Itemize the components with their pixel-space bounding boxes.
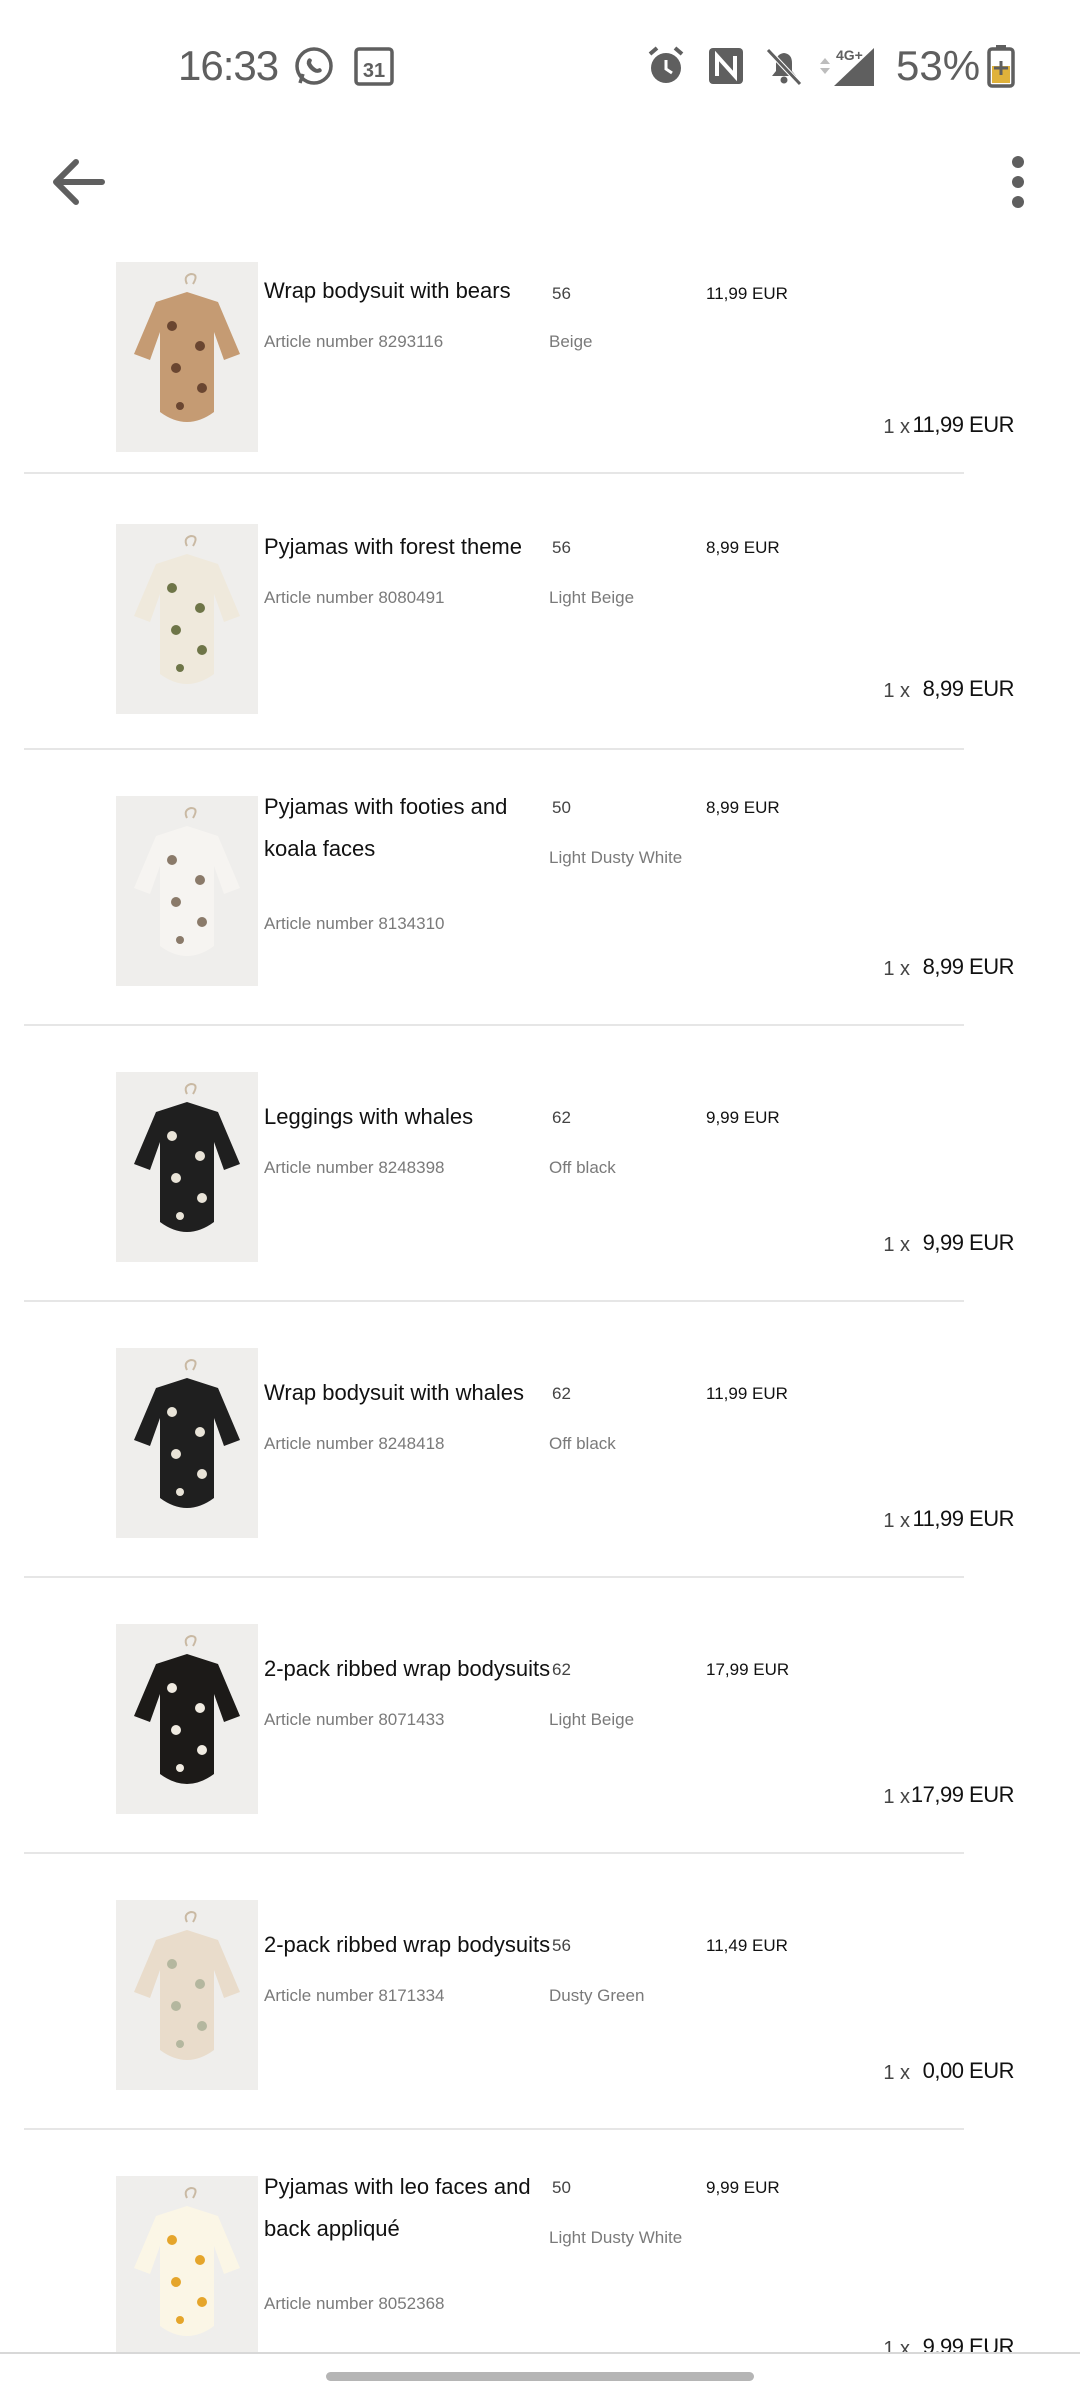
alarm-icon [644,44,688,88]
calendar-icon: 31 [352,44,396,88]
network-type: 4G+ [836,47,863,63]
order-item-row[interactable]: 2-pack ribbed wrap bodysuits Article num… [0,1606,1080,1882]
product-image[interactable] [116,796,258,986]
calendar-day: 31 [363,60,385,82]
item-name[interactable]: Wrap bodysuit with whales [264,1372,554,1414]
status-time: 16:33 [178,42,279,89]
item-name[interactable]: Pyjamas with forest theme [264,526,554,568]
item-size: 50 [552,2178,571,2197]
product-image[interactable] [116,2176,258,2366]
item-article-number: Article number 8248398 [264,1158,445,1177]
item-quantity: 1 x [883,958,910,980]
item-color: Light Beige [549,1710,635,1729]
more-options-button[interactable] [1000,150,1036,214]
item-size: 62 [552,1384,571,1403]
item-color: Off black [549,1434,616,1453]
battery-icon [986,44,1016,88]
item-divider [24,1852,964,1854]
item-size: 56 [552,1936,571,1955]
item-unit-price: 17,99 EUR [706,1660,790,1679]
order-item-row[interactable]: Leggings with whales Article number 8248… [0,1054,1080,1330]
home-indicator[interactable] [326,2372,754,2381]
item-unit-price: 8,99 EUR [706,538,780,557]
item-divider [24,1576,964,1578]
product-image[interactable] [116,1072,258,1262]
item-article-number: Article number 8293116 [264,332,444,351]
whatsapp-icon [292,44,336,88]
item-unit-price: 11,99 EUR [706,1384,788,1403]
nfc-icon [704,44,748,88]
item-unit-price: 11,99 EUR [706,284,788,303]
item-quantity: 1 x [883,1510,910,1532]
item-total-price: 8,99 EUR [922,676,1015,701]
app-bar [0,140,1080,260]
item-quantity: 1 x [883,416,910,438]
item-divider [24,2128,964,2130]
item-color: Light Beige [549,588,635,607]
signal-icon: 4G+ [818,44,878,88]
battery-percent: 53% [896,42,981,89]
item-article-number: Article number 8171334 [264,1986,445,2005]
item-size: 56 [552,538,571,557]
item-divider [24,472,964,474]
item-color: Light Dusty White [549,2228,683,2247]
item-name[interactable]: Pyjamas with leo faces and back appliqué [264,2166,554,2250]
order-item-row[interactable]: 2-pack ribbed wrap bodysuits Article num… [0,1882,1080,2158]
item-quantity: 1 x [883,2062,910,2084]
item-divider [24,1300,964,1302]
item-total-price: 11,99 EUR [912,412,1015,437]
item-color: Light Dusty White [549,848,683,867]
product-image[interactable] [116,524,258,714]
item-total-price: 17,99 EUR [910,1782,1015,1807]
item-article-number: Article number 8052368 [264,2294,445,2313]
item-total-price: 8,99 EUR [922,954,1015,979]
arrow-left-icon [53,159,105,205]
more-vertical-icon [1012,156,1024,208]
item-unit-price: 11,49 EUR [706,1936,788,1955]
item-name[interactable]: 2-pack ribbed wrap bodysuits [264,1924,554,1966]
item-size: 62 [552,1660,571,1679]
item-color: Beige [549,332,593,351]
item-quantity: 1 x [883,1234,910,1256]
product-image[interactable] [116,1624,258,1814]
item-size: 62 [552,1108,571,1127]
item-unit-price: 9,99 EUR [706,1108,780,1127]
mute-icon [762,44,806,88]
order-item-row[interactable]: Wrap bodysuit with bears Article number … [0,260,1080,536]
item-divider [24,1024,964,1026]
item-article-number: Article number 8071433 [264,1710,445,1729]
item-name[interactable]: 2-pack ribbed wrap bodysuits [264,1648,554,1690]
product-image[interactable] [116,1348,258,1538]
item-name[interactable]: Wrap bodysuit with bears [264,270,554,312]
item-article-number: Article number 8080491 [264,588,445,607]
item-size: 50 [552,798,571,817]
item-article-number: Article number 8248418 [264,1434,445,1453]
item-color: Off black [549,1158,616,1177]
item-total-price: 9,99 EUR [922,1230,1015,1255]
product-image[interactable] [116,262,258,452]
item-name[interactable]: Leggings with whales [264,1096,554,1138]
item-unit-price: 9,99 EUR [706,2178,780,2197]
order-item-row[interactable]: Pyjamas with footies and koala faces Art… [0,778,1080,1054]
back-button[interactable] [46,150,110,214]
item-color: Dusty Green [549,1986,645,2005]
product-image[interactable] [116,1900,258,2090]
item-name[interactable]: Pyjamas with footies and koala faces [264,786,554,870]
item-total-price: 11,99 EUR [912,1506,1015,1531]
item-total-price: 0,00 EUR [922,2058,1015,2083]
item-unit-price: 8,99 EUR [706,798,780,817]
item-quantity: 1 x [883,680,910,702]
status-bar: 16:33 31 4G+ 53% [0,0,1080,140]
order-item-row[interactable]: Pyjamas with forest theme Article number… [0,502,1080,778]
item-divider [24,748,964,750]
item-size: 56 [552,284,571,303]
item-quantity: 1 x [883,1786,910,1808]
item-article-number: Article number 8134310 [264,914,445,933]
order-item-row[interactable]: Wrap bodysuit with whales Article number… [0,1330,1080,1606]
